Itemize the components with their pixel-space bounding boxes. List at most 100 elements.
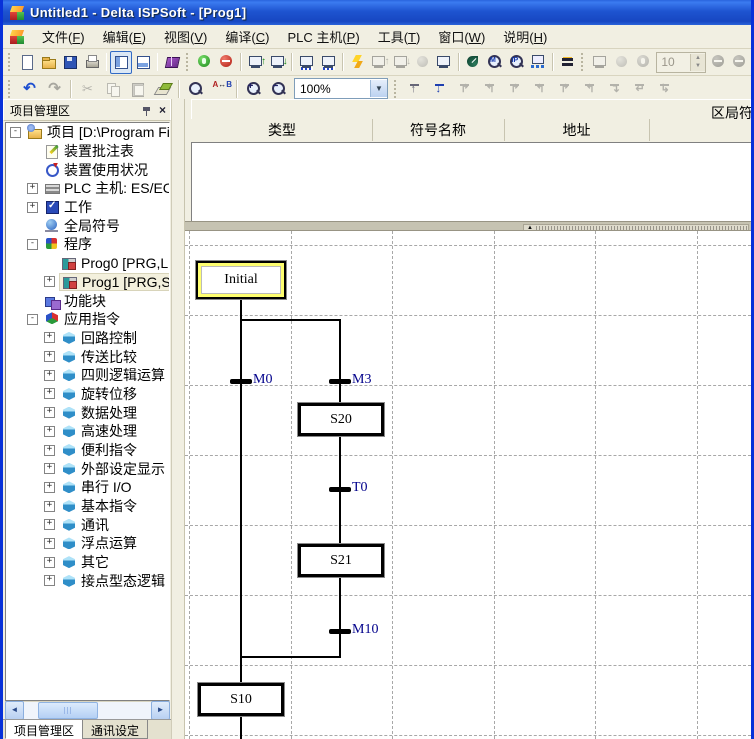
expand-icon[interactable]: + — [44, 557, 55, 568]
tree-item[interactable]: +串行 I/O — [6, 478, 169, 497]
expand-icon[interactable]: + — [44, 426, 55, 437]
expand-icon[interactable]: + — [44, 519, 55, 530]
new-file-button[interactable] — [16, 51, 38, 74]
tree-item[interactable]: +便利指令 — [6, 441, 169, 460]
tree-item[interactable]: +旋转位移 — [6, 385, 169, 404]
scroll-left-icon[interactable]: ◄ — [5, 701, 24, 720]
expand-icon[interactable]: + — [44, 445, 55, 456]
sfc-step-S21[interactable]: S21 — [298, 544, 384, 577]
sfc-insert-step-down-button[interactable]: ↓ — [428, 77, 453, 100]
sfc-step-S10[interactable]: S10 — [198, 683, 284, 716]
menu-item-E[interactable]: 编辑(E) — [94, 27, 155, 48]
tree-item[interactable]: 功能块 — [6, 291, 169, 310]
tree-item[interactable]: Prog0 [PRG,LD] — [6, 254, 169, 273]
communication-setting-button[interactable] — [463, 51, 485, 74]
check-program-button[interactable] — [194, 51, 216, 74]
expand-icon[interactable]: + — [44, 351, 55, 362]
tree-item[interactable]: +传送比较 — [6, 347, 169, 366]
tree-item[interactable]: -程序 — [6, 235, 169, 254]
tree-item[interactable]: +数据处理 — [6, 403, 169, 422]
menu-item-C[interactable]: 编译(C) — [216, 27, 278, 48]
tree-item[interactable]: +浮点运算 — [6, 534, 169, 553]
tree-item[interactable]: +接点型态逻辑 — [6, 572, 169, 591]
edit-monitor-button[interactable] — [347, 51, 369, 74]
online-monitor-button[interactable] — [296, 51, 318, 74]
tree-item[interactable]: 全局符号 — [6, 216, 169, 235]
network-setup-button[interactable] — [527, 51, 549, 74]
expand-icon[interactable]: + — [44, 482, 55, 493]
undo-button[interactable]: ↶ — [17, 77, 42, 100]
column-header-2[interactable]: 地址 — [504, 119, 650, 141]
sfc-insert-step-up-button[interactable]: ↑ — [403, 77, 428, 100]
scroll-right-icon[interactable]: ► — [151, 701, 170, 720]
output-window-button[interactable] — [132, 51, 154, 74]
spinner-up-icon[interactable]: ▲ — [691, 54, 705, 63]
sfc-transition-T0[interactable] — [329, 487, 351, 492]
spinner-arrows[interactable]: ▲▼ — [690, 54, 705, 71]
tree-item[interactable]: +Prog1 [PRG,SFC] — [6, 273, 169, 292]
zoom-level-combobox[interactable]: 100%▼ — [294, 78, 388, 99]
expand-icon[interactable]: + — [44, 463, 55, 474]
tree-item[interactable]: +PLC 主机: ES/EC — [6, 179, 169, 198]
tree-item[interactable]: +四则逻辑运算 — [6, 366, 169, 385]
print-button[interactable] — [81, 51, 103, 74]
spinner-down-icon[interactable]: ▼ — [691, 62, 705, 71]
expand-icon[interactable]: + — [44, 501, 55, 512]
tree-item[interactable]: -应用指令 — [6, 310, 169, 329]
zoom-in-button[interactable]: + — [241, 77, 266, 100]
save-file-button[interactable] — [60, 51, 82, 74]
sfc-editor-canvas[interactable]: InitialS20S21S10M0M3T0M10 — [185, 230, 751, 739]
device-monitor-button[interactable] — [318, 51, 340, 74]
expand-icon[interactable]: + — [44, 575, 55, 586]
collapse-icon[interactable]: - — [27, 314, 38, 325]
menu-item-H[interactable]: 说明(H) — [494, 27, 556, 48]
menu-item-V[interactable]: 视图(V) — [155, 27, 216, 48]
menu-item-T[interactable]: 工具(T) — [369, 27, 430, 48]
vertical-splitter[interactable] — [172, 99, 184, 739]
panel-tab-0[interactable]: 项目管理区 — [5, 720, 83, 739]
open-file-button[interactable] — [38, 51, 60, 74]
collapse-icon[interactable]: - — [27, 239, 38, 250]
column-header-1[interactable]: 符号名称 — [372, 119, 505, 141]
zoom-out-button[interactable]: − — [266, 77, 291, 100]
scan-time-spinner[interactable]: 10▲▼ — [656, 52, 706, 73]
tree-horizontal-scrollbar[interactable]: ◄ ► — [5, 701, 170, 719]
expand-icon[interactable]: + — [44, 538, 55, 549]
collapse-icon[interactable]: - — [10, 127, 21, 138]
sfc-transition-M10[interactable] — [329, 629, 351, 634]
pc-connection-button[interactable] — [433, 51, 455, 74]
expand-icon[interactable]: + — [44, 388, 55, 399]
column-header-3[interactable]: 数据类型 — [649, 119, 751, 141]
tree-item[interactable]: +工作 — [6, 198, 169, 217]
sfc-transition-M0[interactable] — [230, 379, 252, 384]
combobox-dropdown-icon[interactable]: ▼ — [370, 80, 387, 97]
menu-item-P[interactable]: PLC 主机(P) — [278, 27, 368, 48]
search-ip-button[interactable]: IP — [506, 51, 528, 74]
project-window-button[interactable] — [110, 51, 132, 74]
refresh-link-button[interactable] — [557, 51, 579, 74]
manual-book-button[interactable] — [161, 51, 183, 74]
expand-icon[interactable]: + — [27, 183, 38, 194]
expand-icon[interactable]: + — [44, 276, 55, 287]
tree-item[interactable]: +基本指令 — [6, 497, 169, 516]
sfc-step-S20[interactable]: S20 — [298, 403, 384, 436]
pin-icon[interactable] — [142, 105, 153, 116]
close-icon[interactable]: × — [159, 105, 166, 116]
tree-item[interactable]: +通讯 — [6, 515, 169, 534]
expand-icon[interactable]: + — [44, 407, 55, 418]
expand-icon[interactable]: + — [27, 202, 38, 213]
sfc-step-Initial[interactable]: Initial — [196, 261, 286, 299]
menu-item-F[interactable]: 文件(F) — [33, 27, 94, 48]
tree-item[interactable]: +其它 — [6, 553, 169, 572]
tree-item[interactable]: 装置使用状况 — [6, 160, 169, 179]
scrollbar-thumb[interactable] — [38, 702, 98, 719]
search-module-button[interactable]: M — [484, 51, 506, 74]
sfc-transition-M3[interactable] — [329, 379, 351, 384]
tree-item[interactable]: +高速处理 — [6, 422, 169, 441]
tree-item[interactable]: +外部设定显示 — [6, 459, 169, 478]
stop-plc-button[interactable] — [216, 51, 238, 74]
symbol-table-body[interactable] — [191, 142, 751, 222]
upload-from-plc-button[interactable]: ↑ — [245, 51, 267, 74]
find-button[interactable] — [183, 77, 208, 100]
expand-icon[interactable]: + — [44, 370, 55, 381]
